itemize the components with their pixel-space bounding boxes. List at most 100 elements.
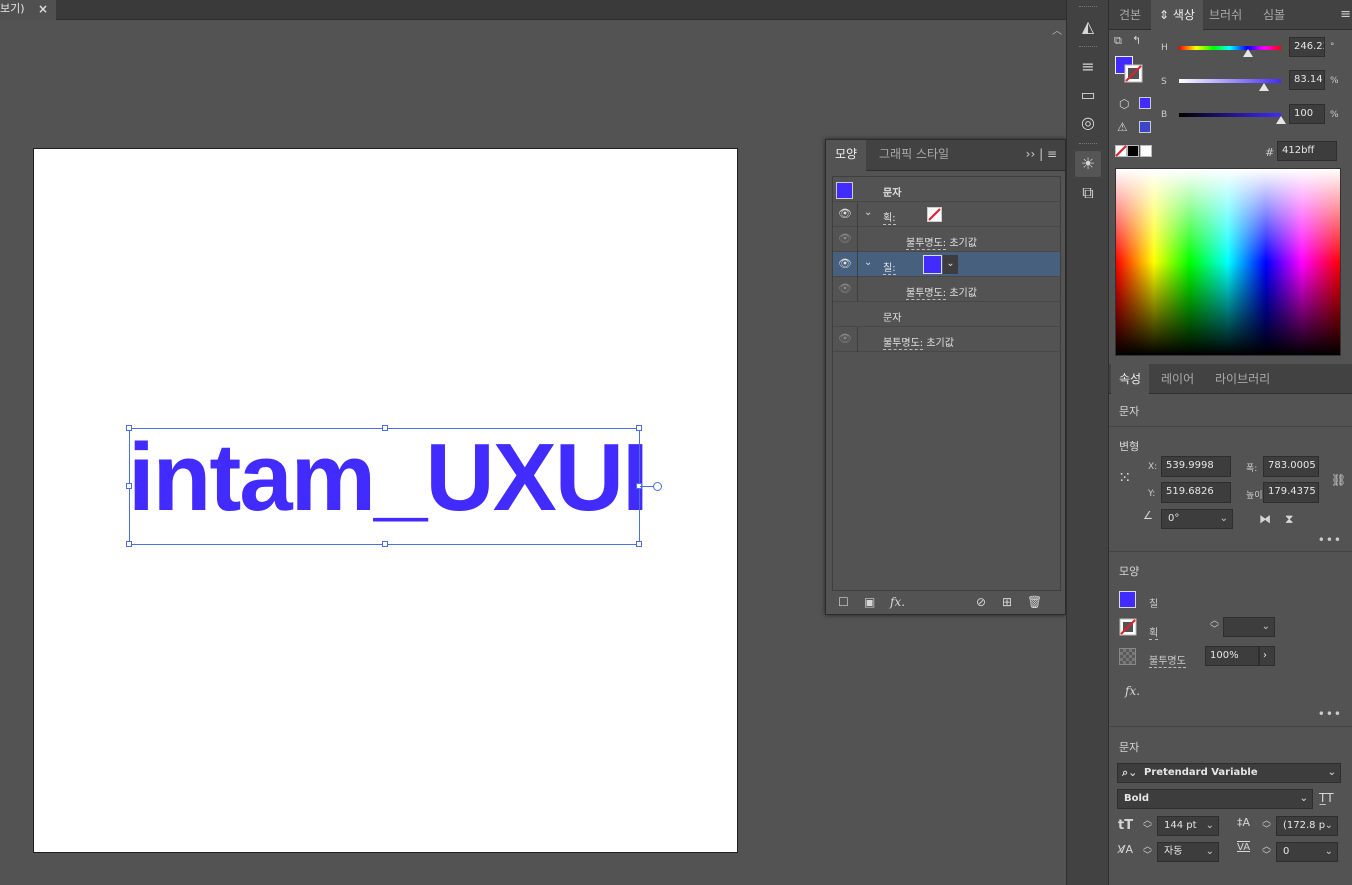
hex-input[interactable]: 412bff (1277, 141, 1337, 161)
hue-input[interactable]: 246.23 (1289, 37, 1325, 57)
fill-swatch[interactable] (1119, 591, 1136, 608)
kerning-stepper[interactable]: ︿ ﹀ (1143, 843, 1152, 861)
hue-slider-thumb[interactable] (1243, 49, 1253, 57)
visibility-eye-icon[interactable]: 👁 (837, 232, 853, 246)
x-input[interactable]: 539.9998 (1161, 456, 1231, 477)
add-new-fill-icon[interactable]: ▣ (864, 595, 875, 609)
font-family-select[interactable]: ⌕⌄ Pretendard Variable ⌄ (1117, 763, 1341, 783)
chevron-down-icon[interactable]: ⌄ (864, 257, 872, 268)
resize-handle[interactable] (382, 541, 388, 547)
constrain-proportions-icon[interactable]: ⛓ (1331, 473, 1346, 487)
stroke-none-swatch-icon[interactable] (927, 207, 942, 222)
width-input[interactable]: 783.0005 (1263, 456, 1319, 477)
graphic-styles-icon[interactable]: ⧉ (1075, 180, 1101, 206)
default-colors-icon[interactable]: ⧉ (1114, 34, 1122, 48)
saturation-input[interactable]: 83.14 (1289, 70, 1325, 90)
add-new-stroke-icon[interactable]: ☐ (838, 595, 849, 609)
leading-select[interactable]: (172.8 p ⌄ (1276, 816, 1338, 836)
strip-grip[interactable] (1079, 6, 1097, 9)
duplicate-item-icon[interactable]: ⊞ (1002, 595, 1012, 609)
brightness-slider-thumb[interactable] (1276, 116, 1286, 124)
font-style-select[interactable]: Bold ⌄ (1117, 789, 1313, 809)
black-swatch[interactable] (1127, 145, 1139, 157)
appearance-panel-icon[interactable]: ☀ (1075, 151, 1101, 177)
panel-menu-icon[interactable]: ›› | ≡ (1026, 147, 1057, 161)
add-effect-button[interactable]: fx. (1125, 684, 1140, 698)
visibility-eye-icon[interactable]: 👁 (837, 282, 853, 296)
resize-handle[interactable] (636, 541, 642, 547)
tracking-stepper[interactable]: ︿ ﹀ (1262, 843, 1271, 861)
font-style-options-icon[interactable]: T̲T (1319, 791, 1334, 805)
strip-grip[interactable] (1079, 46, 1097, 49)
tab-symbols[interactable]: 심볼 (1255, 0, 1293, 30)
stroke-weight-stepper[interactable]: ︿ ﹀ (1210, 617, 1219, 635)
stroke-none-swatch-icon[interactable] (1124, 64, 1143, 83)
delete-item-icon[interactable]: 🗑 (1027, 595, 1042, 609)
tab-libraries[interactable]: 라이브러리 (1207, 364, 1278, 394)
close-tab-icon[interactable]: × (38, 0, 48, 18)
appearance-row-text[interactable]: 문자 (833, 177, 1060, 202)
white-swatch[interactable] (1140, 145, 1152, 157)
fill-label[interactable]: 칠: (883, 259, 896, 275)
text-out-port[interactable] (653, 482, 662, 491)
flip-vertical-icon[interactable]: ⧗ (1285, 512, 1293, 527)
selection-bounding-box[interactable] (126, 425, 642, 547)
more-options-icon[interactable]: ••• (1318, 533, 1342, 547)
opacity-label[interactable]: 불투명도 (1149, 652, 1186, 668)
transparency-panel-icon[interactable]: ◎ (1075, 110, 1101, 136)
kerning-select[interactable]: 자동 ⌄ (1157, 842, 1219, 862)
flip-horizontal-icon[interactable]: ⧓ (1259, 512, 1271, 526)
stroke-none-swatch-icon[interactable] (1119, 618, 1137, 636)
resize-handle[interactable] (126, 483, 132, 489)
scroll-up-icon[interactable]: ︿ (1052, 22, 1062, 37)
stroke-panel-icon[interactable]: ≡ (1075, 54, 1101, 80)
font-size-select[interactable]: 144 pt ⌄ (1157, 816, 1219, 836)
resize-handle[interactable] (126, 541, 132, 547)
gamut-swatch[interactable] (1139, 121, 1151, 133)
tab-swatches[interactable]: 견본 (1111, 0, 1149, 30)
clear-appearance-icon[interactable]: ⊘ (976, 595, 986, 609)
font-size-stepper[interactable]: ︿ ﹀ (1143, 817, 1152, 835)
gamut-warning-icon[interactable]: ⚠ (1117, 120, 1128, 134)
hue-slider[interactable] (1179, 46, 1281, 50)
strip-grip[interactable] (1079, 143, 1097, 146)
resize-handle[interactable] (382, 425, 388, 431)
tab-appearance[interactable]: 모양 (826, 140, 867, 171)
visibility-eye-icon[interactable]: 👁 (837, 332, 853, 346)
appearance-row-stroke[interactable]: 👁 ⌄ 획: (833, 202, 1060, 227)
visibility-eye-icon[interactable]: 👁 (837, 207, 853, 221)
panel-menu-icon[interactable]: ≡ (1340, 7, 1351, 22)
tab-brushes[interactable]: 브러쉬 (1201, 0, 1250, 30)
resize-handle[interactable] (636, 425, 642, 431)
tab-properties[interactable]: 속성 (1111, 364, 1150, 394)
appearance-row-characters[interactable]: 문자 (833, 302, 1060, 327)
opacity-link[interactable]: 불투명도: (906, 238, 947, 250)
stroke-label[interactable]: 획 (1149, 624, 1159, 640)
tab-color[interactable]: ⇕ 색상 (1151, 0, 1203, 30)
appearance-row-fill[interactable]: 👁 ⌄ 칠: ⌄ (833, 252, 1060, 277)
gradient-panel-icon[interactable]: ▭ (1075, 82, 1101, 108)
opacity-link[interactable]: 불투명도: (906, 288, 947, 300)
appearance-row-object-opacity[interactable]: 👁 불투명도: 초기값 (833, 327, 1060, 352)
brightness-input[interactable]: 100 (1289, 104, 1325, 124)
opacity-input[interactable]: 100% (1205, 646, 1259, 666)
add-effect-button[interactable]: fx. (890, 595, 905, 609)
document-tab[interactable]: 보기) × (0, 0, 56, 20)
stroke-label[interactable]: 획: (883, 209, 896, 225)
rotate-angle-select[interactable]: 0° ⌄ (1161, 509, 1233, 529)
reference-point-icon[interactable]: ⁙ (1118, 468, 1131, 487)
stroke-weight-select[interactable]: ⌄ (1223, 617, 1275, 637)
tracking-select[interactable]: 0 ⌄ (1276, 842, 1338, 862)
tab-layers[interactable]: 레이어 (1153, 364, 1202, 394)
chevron-down-icon[interactable]: ⌄ (864, 207, 872, 218)
navigator-icon[interactable]: ◭ (1075, 14, 1101, 40)
opacity-link[interactable]: 불투명도: (883, 338, 924, 350)
height-input[interactable]: 179.4375 (1263, 482, 1319, 503)
resize-handle[interactable] (126, 425, 132, 431)
fill-color-swatch[interactable] (923, 255, 942, 274)
web-safe-cube-icon[interactable]: ⬡ (1119, 97, 1129, 111)
y-input[interactable]: 519.6826 (1161, 482, 1231, 503)
web-safe-swatch[interactable] (1139, 97, 1151, 109)
leading-stepper[interactable]: ︿ ﹀ (1262, 817, 1271, 835)
saturation-slider-thumb[interactable] (1259, 83, 1269, 91)
